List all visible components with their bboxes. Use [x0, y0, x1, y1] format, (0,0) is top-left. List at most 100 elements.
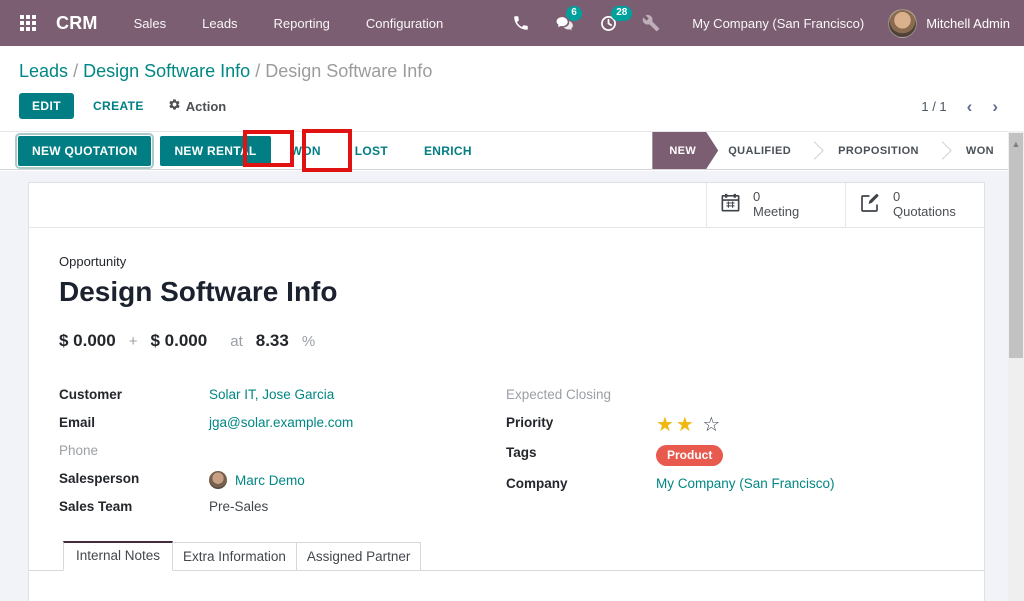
pager-next-icon[interactable]: ›	[992, 98, 998, 115]
create-button[interactable]: CREATE	[93, 99, 144, 113]
gear-icon	[168, 98, 181, 114]
app-name[interactable]: CRM	[56, 13, 98, 34]
priority-stars[interactable]: ★★ ☆	[656, 415, 722, 435]
tab-assigned-partner[interactable]: Assigned Partner	[297, 542, 422, 571]
scrollbar-thumb[interactable]: ▲	[1009, 133, 1023, 358]
expected-closing-label: Expected Closing	[506, 387, 656, 402]
salesperson-label: Salesperson	[59, 471, 209, 486]
percent-sign: %	[302, 333, 315, 350]
company-value[interactable]: My Company (San Francisco)	[656, 476, 835, 491]
email-value[interactable]: jga@solar.example.com	[209, 415, 353, 430]
breadcrumb-separator: /	[255, 61, 260, 81]
expected-closing-row: Expected Closing	[506, 387, 954, 415]
meeting-smart-button[interactable]: 0 Meeting	[706, 183, 845, 227]
breadcrumb-leads[interactable]: Leads	[19, 61, 68, 81]
page-title: Design Software Info	[59, 276, 954, 308]
quotations-count: 0	[893, 190, 956, 205]
debug-wrench-icon[interactable]	[642, 14, 660, 32]
menu-reporting[interactable]: Reporting	[274, 16, 330, 31]
probability-value: 8.33	[256, 331, 289, 351]
quotations-smart-button[interactable]: 0 Quotations	[845, 183, 984, 227]
tab-internal-notes[interactable]: Internal Notes	[63, 541, 173, 571]
phone-icon[interactable]	[512, 14, 530, 32]
won-button[interactable]: WON	[285, 136, 327, 166]
action-menu[interactable]: Action	[168, 98, 226, 114]
tab-extra-information[interactable]: Extra Information	[173, 542, 297, 571]
stage-new[interactable]: NEW	[652, 132, 718, 169]
form-sheet: 0 Meeting 0 Quotations Opportunity Desig…	[28, 182, 985, 601]
stage-chevron-icon	[805, 141, 823, 159]
tag-product: Product	[656, 445, 723, 466]
company-switcher[interactable]: My Company (San Francisco)	[692, 16, 864, 31]
vertical-scrollbar[interactable]: ▲	[1008, 131, 1024, 601]
star-filled-icon[interactable]: ★★	[656, 414, 696, 436]
messages-icon[interactable]: 6	[554, 14, 575, 33]
calendar-icon	[719, 191, 742, 219]
breadcrumb-separator: /	[73, 61, 78, 81]
priority-label: Priority	[506, 415, 656, 430]
apps-menu-icon[interactable]	[20, 15, 36, 31]
customer-value[interactable]: Solar IT, Jose Garcia	[209, 387, 334, 402]
sales-team-value: Pre-Sales	[209, 499, 268, 514]
control-panel: Leads / Design Software Info / Design So…	[0, 46, 1024, 131]
stage-proposition[interactable]: PROPOSITION	[832, 132, 925, 169]
activities-badge: 28	[611, 6, 632, 21]
notebook: Internal Notes Extra Information Assigne…	[29, 541, 984, 571]
expected-revenue: $ 0.000	[59, 331, 116, 351]
user-name: Mitchell Admin	[926, 16, 1010, 31]
stage-chevron-icon	[933, 141, 951, 159]
email-row: Email jga@solar.example.com	[59, 415, 506, 443]
phone-label: Phone	[59, 443, 209, 458]
menu-sales[interactable]: Sales	[134, 16, 167, 31]
record-type-label: Opportunity	[59, 254, 954, 269]
edit-button[interactable]: EDIT	[19, 93, 74, 119]
recurring-revenue: $ 0.000	[151, 331, 208, 351]
salesperson-row: Salesperson Marc Demo	[59, 471, 506, 499]
statusbar-strip: NEW QUOTATION NEW RENTAL WON LOST ENRICH…	[0, 131, 1008, 170]
salesperson-avatar	[209, 471, 227, 489]
priority-row: Priority ★★ ☆	[506, 415, 954, 443]
user-avatar	[888, 9, 917, 38]
company-label: Company	[506, 476, 656, 491]
sales-team-row: Sales Team Pre-Sales	[59, 499, 506, 527]
action-label: Action	[186, 99, 226, 114]
customer-row: Customer Solar IT, Jose Garcia	[59, 387, 506, 415]
top-navbar: CRM Sales Leads Reporting Configuration …	[0, 0, 1024, 46]
plus-sign: +	[129, 333, 138, 350]
menu-configuration[interactable]: Configuration	[366, 16, 443, 31]
revenue-line: $ 0.000 + $ 0.000 at 8.33 %	[59, 331, 954, 351]
pager-prev-icon[interactable]: ‹	[967, 98, 973, 115]
at-label: at	[230, 333, 243, 350]
tags-label: Tags	[506, 445, 656, 460]
stage-qualified[interactable]: QUALIFIED	[722, 132, 797, 169]
user-menu[interactable]: Mitchell Admin	[888, 9, 1010, 38]
lost-button[interactable]: LOST	[349, 136, 394, 166]
tags-row: Tags Product	[506, 445, 954, 473]
breadcrumb-current: Design Software Info	[265, 61, 432, 81]
meeting-count: 0	[753, 190, 799, 205]
smart-button-row: 0 Meeting 0 Quotations	[29, 183, 984, 228]
new-quotation-button[interactable]: NEW QUOTATION	[18, 136, 151, 166]
quotations-label: Quotations	[893, 205, 956, 220]
meeting-label: Meeting	[753, 205, 799, 220]
quotation-pencil-icon	[858, 191, 882, 220]
enrich-button[interactable]: ENRICH	[418, 136, 478, 166]
sales-team-label: Sales Team	[59, 499, 209, 514]
menu-leads[interactable]: Leads	[202, 16, 237, 31]
breadcrumb-record[interactable]: Design Software Info	[83, 61, 250, 81]
activities-icon[interactable]: 28	[599, 14, 618, 33]
breadcrumb: Leads / Design Software Info / Design So…	[0, 46, 1024, 82]
email-label: Email	[59, 415, 209, 430]
stage-statusbar: NEW QUALIFIED PROPOSITION WON	[652, 132, 1008, 169]
stage-won[interactable]: WON	[960, 132, 1008, 169]
pager-count: 1 / 1	[921, 99, 946, 114]
star-empty-icon[interactable]: ☆	[702, 414, 722, 436]
new-rental-button[interactable]: NEW RENTAL	[160, 136, 270, 166]
content-background: 0 Meeting 0 Quotations Opportunity Desig…	[0, 171, 1008, 601]
salesperson-value[interactable]: Marc Demo	[235, 473, 305, 488]
customer-label: Customer	[59, 387, 209, 402]
phone-row: Phone	[59, 443, 506, 471]
scroll-up-icon[interactable]: ▲	[1012, 139, 1021, 358]
company-row: Company My Company (San Francisco)	[506, 476, 954, 504]
messages-badge: 6	[566, 6, 582, 21]
